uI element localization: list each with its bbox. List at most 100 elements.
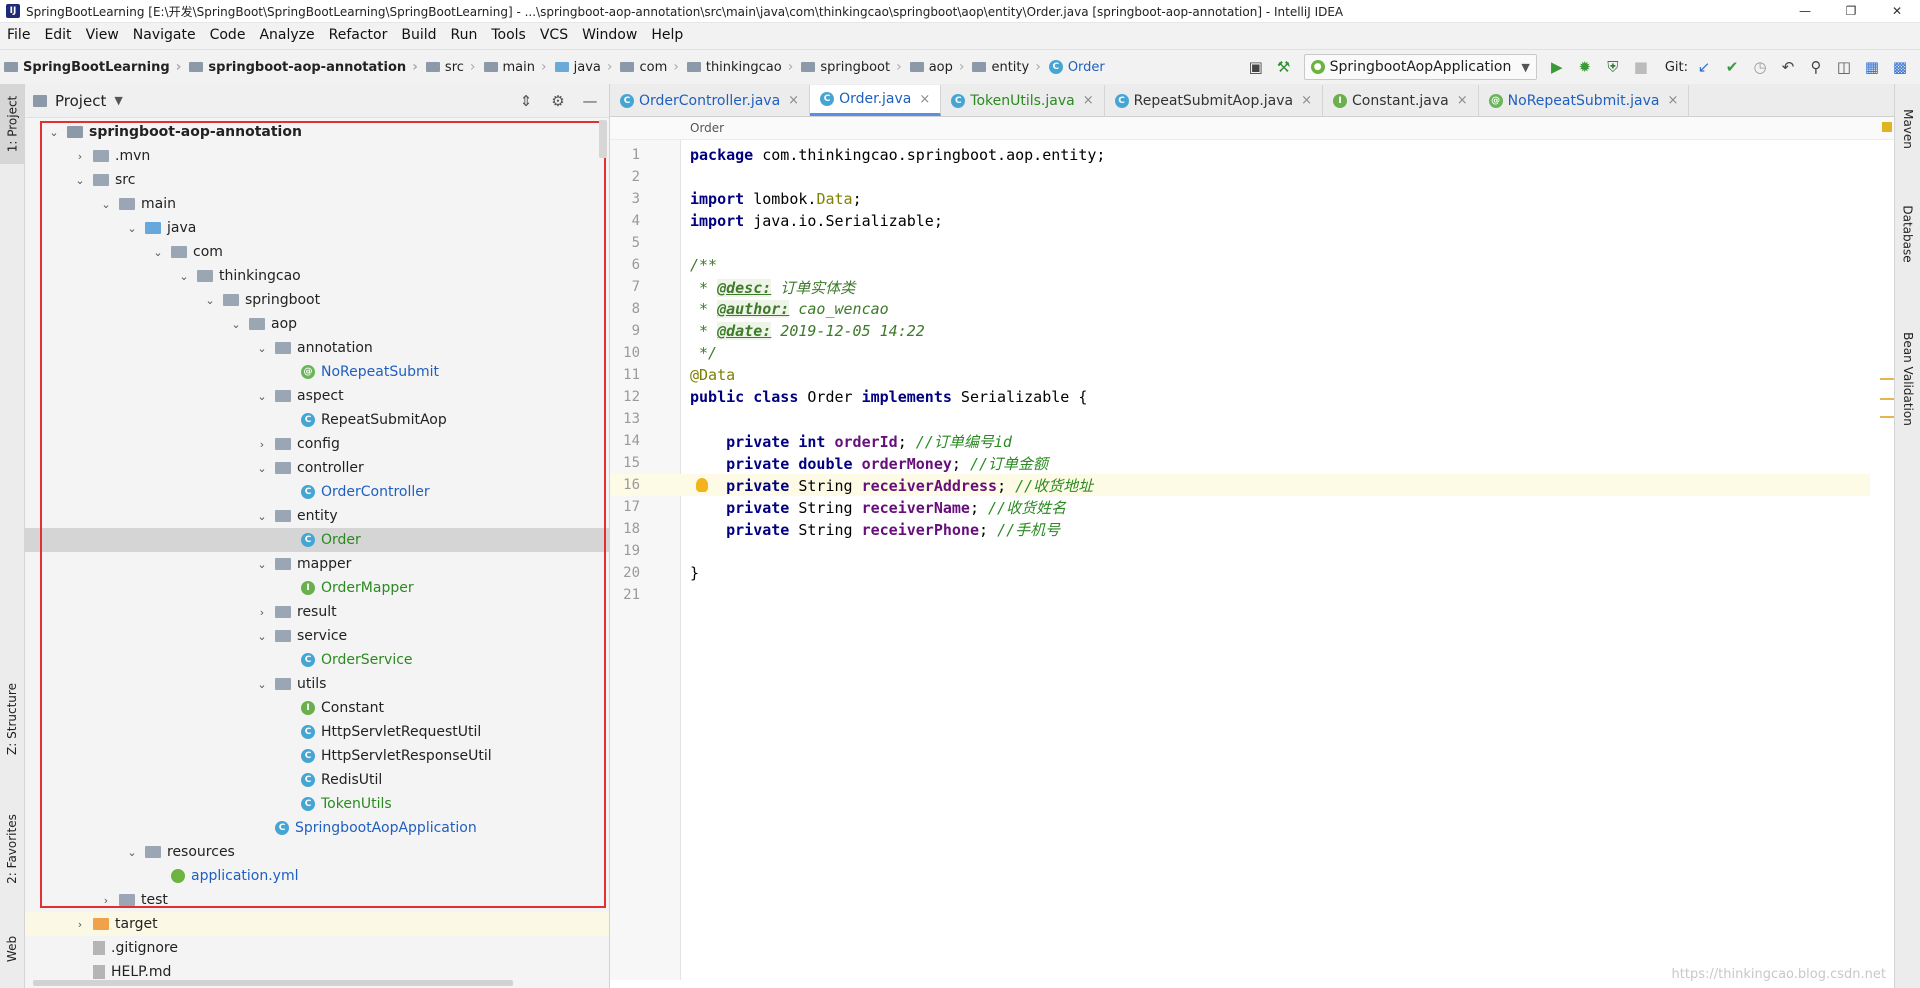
menu-help[interactable]: Help: [644, 23, 690, 47]
tree-node-config[interactable]: › config: [25, 432, 609, 456]
breadcrumb-com[interactable]: com ›: [616, 59, 682, 75]
tab-tokenutils[interactable]: C TokenUtils.java ×: [941, 85, 1105, 116]
expanded-arrow-icon[interactable]: ⌄: [229, 318, 243, 331]
gear-icon[interactable]: ⚙: [547, 92, 569, 110]
tree-node-constant[interactable]: ›IConstant: [25, 696, 609, 720]
build-hammer-icon[interactable]: ⚒: [1272, 55, 1296, 79]
database-tool-tab[interactable]: Database: [1895, 184, 1920, 284]
translate-icon[interactable]: ▦: [1860, 55, 1884, 79]
warning-mark[interactable]: [1880, 398, 1894, 400]
tree-node-target[interactable]: › target: [25, 912, 609, 936]
close-icon[interactable]: ×: [1667, 93, 1678, 108]
tree-node-module[interactable]: ⌄ springboot-aop-annotation: [25, 120, 609, 144]
project-panel-title[interactable]: Project: [55, 92, 106, 110]
tree-node-src[interactable]: ⌄ src: [25, 168, 609, 192]
breadcrumb-aop[interactable]: aop ›: [906, 59, 969, 75]
tree-node-gitignore[interactable]: ›.gitignore: [25, 936, 609, 960]
tree-node-application-yml[interactable]: ›application.yml: [25, 864, 609, 888]
tree-node-mapper[interactable]: ⌄ mapper: [25, 552, 609, 576]
tree-node-aspect[interactable]: ⌄ aspect: [25, 384, 609, 408]
vertical-scrollbar[interactable]: [599, 120, 607, 158]
breadcrumb-order[interactable]: C Order: [1045, 60, 1109, 75]
tree-node-controller[interactable]: ⌄ controller: [25, 456, 609, 480]
expanded-arrow-icon[interactable]: ⌄: [125, 846, 139, 859]
tree-node-main[interactable]: ⌄ main: [25, 192, 609, 216]
run-configuration-select[interactable]: ● SpringbootAopApplication ▼: [1303, 54, 1537, 80]
tree-node-springbootaopapplication[interactable]: ›CSpringbootAopApplication: [25, 816, 609, 840]
warning-mark[interactable]: [1880, 378, 1894, 380]
favorites-tool-tab[interactable]: 2: Favorites: [0, 804, 24, 894]
breadcrumb-module[interactable]: springboot-aop-annotation ›: [185, 59, 422, 75]
collapsed-arrow-icon[interactable]: ›: [99, 894, 113, 907]
coverage-icon[interactable]: ⛨: [1601, 55, 1625, 79]
breadcrumb-src[interactable]: src ›: [422, 59, 480, 75]
editor-structure-breadcrumb[interactable]: Order: [610, 117, 1894, 140]
tree-node-ordercontroller[interactable]: ›COrderController: [25, 480, 609, 504]
plugin-icon[interactable]: ▩: [1888, 55, 1912, 79]
collapsed-arrow-icon[interactable]: ›: [73, 918, 87, 931]
expanded-arrow-icon[interactable]: ⌄: [255, 390, 269, 403]
breadcrumb-project[interactable]: SpringBootLearning ›: [0, 59, 185, 75]
horizontal-scrollbar[interactable]: [33, 980, 513, 986]
expanded-arrow-icon[interactable]: ⌄: [255, 462, 269, 475]
tree-node-java[interactable]: ⌄ java: [25, 216, 609, 240]
expanded-arrow-icon[interactable]: ⌄: [99, 198, 113, 211]
close-icon[interactable]: ×: [1301, 93, 1312, 108]
search-icon[interactable]: ⚲: [1804, 55, 1828, 79]
tree-node-entity[interactable]: ⌄ entity: [25, 504, 609, 528]
breadcrumb-springboot[interactable]: springboot ›: [797, 59, 905, 75]
tree-node-com[interactable]: ⌄ com: [25, 240, 609, 264]
tree-node-ordermapper[interactable]: ›IOrderMapper: [25, 576, 609, 600]
close-icon[interactable]: ×: [1457, 93, 1468, 108]
structure-tool-tab[interactable]: Z: Structure: [0, 674, 24, 764]
expanded-arrow-icon[interactable]: ⌄: [73, 174, 87, 187]
menu-file[interactable]: File: [0, 23, 37, 47]
git-update-icon[interactable]: ↙: [1692, 55, 1716, 79]
git-commit-icon[interactable]: ✔: [1720, 55, 1744, 79]
tree-node-springboot[interactable]: ⌄ springboot: [25, 288, 609, 312]
tree-node-order[interactable]: ›COrder: [25, 528, 609, 552]
menu-run[interactable]: Run: [444, 23, 485, 47]
tree-node-utils[interactable]: ⌄ utils: [25, 672, 609, 696]
inspection-status-icon[interactable]: [1882, 122, 1892, 132]
tree-node-test[interactable]: › test: [25, 888, 609, 912]
expanded-arrow-icon[interactable]: ⌄: [255, 630, 269, 643]
expanded-arrow-icon[interactable]: ⌄: [125, 222, 139, 235]
tree-node-mvn[interactable]: › .mvn: [25, 144, 609, 168]
expanded-arrow-icon[interactable]: ⌄: [151, 246, 165, 259]
restore-button[interactable]: ❐: [1828, 0, 1874, 22]
menu-edit[interactable]: Edit: [37, 23, 78, 47]
tree-node-service[interactable]: ⌄ service: [25, 624, 609, 648]
collapsed-arrow-icon[interactable]: ›: [255, 438, 269, 451]
tab-order[interactable]: C Order.java ×: [810, 85, 942, 116]
hide-panel-icon[interactable]: —: [579, 92, 601, 110]
breadcrumb-main[interactable]: main ›: [480, 59, 551, 75]
project-tool-tab[interactable]: 1: Project: [0, 84, 24, 164]
tree-node-httpservletrequestutil[interactable]: ›CHttpServletRequestUtil: [25, 720, 609, 744]
expanded-arrow-icon[interactable]: ⌄: [255, 558, 269, 571]
debug-icon[interactable]: ✹: [1573, 55, 1597, 79]
run-icon[interactable]: ▶: [1545, 55, 1569, 79]
collapsed-arrow-icon[interactable]: ›: [255, 606, 269, 619]
tree-node-tokenutils[interactable]: ›CTokenUtils: [25, 792, 609, 816]
expanded-arrow-icon[interactable]: ⌄: [255, 342, 269, 355]
breadcrumb-thinkingcao[interactable]: thinkingcao ›: [683, 59, 798, 75]
chevron-down-icon[interactable]: ▼: [114, 94, 122, 107]
warning-mark[interactable]: [1880, 416, 1894, 418]
breadcrumb-java[interactable]: java ›: [551, 59, 617, 75]
expanded-arrow-icon[interactable]: ⌄: [255, 678, 269, 691]
menu-analyze[interactable]: Analyze: [252, 23, 321, 47]
tab-constant[interactable]: I Constant.java ×: [1323, 85, 1479, 116]
tab-ordercontroller[interactable]: C OrderController.java ×: [610, 85, 811, 116]
menu-vcs[interactable]: VCS: [533, 23, 575, 47]
maven-tool-tab[interactable]: Maven: [1895, 94, 1920, 164]
close-icon[interactable]: ×: [788, 93, 799, 108]
project-structure-icon[interactable]: ▣: [1244, 55, 1268, 79]
tree-node-resources[interactable]: ⌄ resources: [25, 840, 609, 864]
expanded-arrow-icon[interactable]: ⌄: [203, 294, 217, 307]
tab-norepeatsubmit[interactable]: @ NoRepeatSubmit.java ×: [1479, 85, 1690, 116]
tree-node-repeatsubmitaop[interactable]: ›CRepeatSubmitAop: [25, 408, 609, 432]
close-window-button[interactable]: ✕: [1874, 0, 1920, 22]
close-icon[interactable]: ×: [1083, 93, 1094, 108]
menu-tools[interactable]: Tools: [484, 23, 533, 47]
